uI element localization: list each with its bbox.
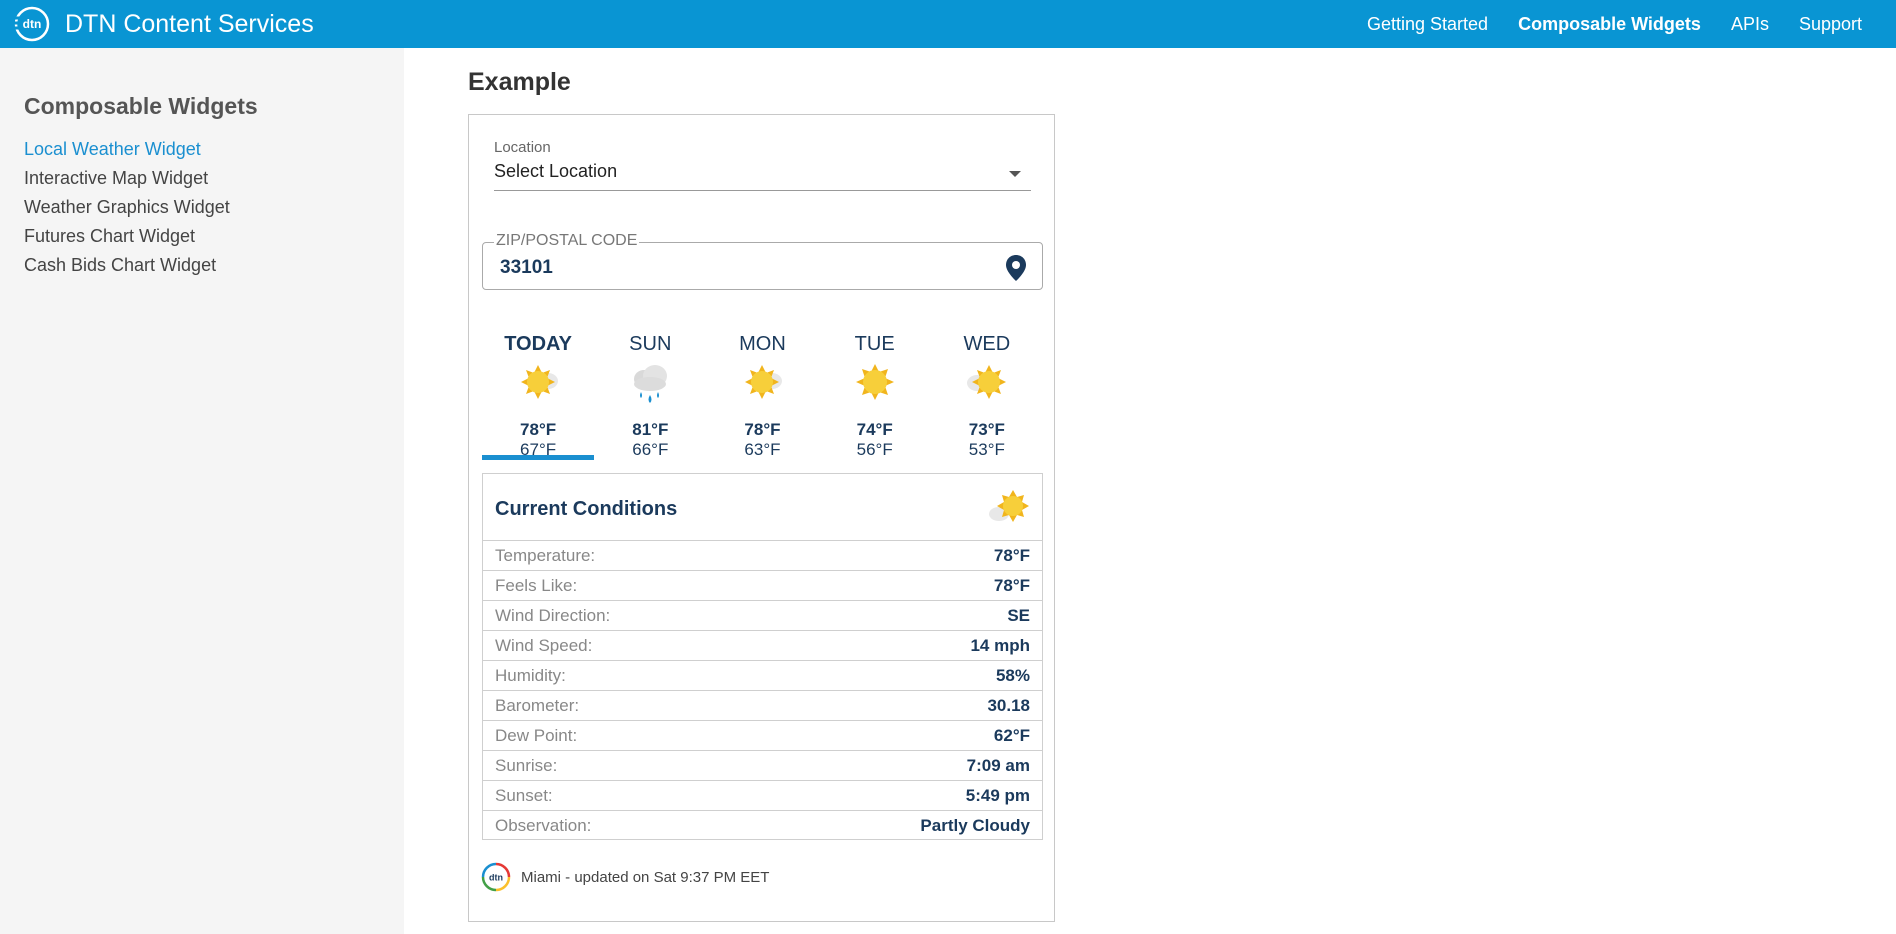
rain-cloud-icon <box>634 365 668 403</box>
nav-composable-widgets[interactable]: Composable Widgets <box>1518 14 1701 35</box>
zip-field-label: ZIP/POSTAL CODE <box>494 232 640 250</box>
forecast-low: 66°F <box>632 440 669 459</box>
brand-title[interactable]: DTN Content Services <box>65 10 314 39</box>
page-title: Example <box>468 68 571 96</box>
svg-text:dtn: dtn <box>23 17 42 31</box>
sidebar-title: Composable Widgets <box>24 93 258 119</box>
forecast-high: 73°F <box>968 420 1005 439</box>
dtn-footer-logo-icon[interactable]: dtn <box>481 862 511 892</box>
condition-value: 78°F <box>993 545 1030 565</box>
current-conditions-title: Current Conditions <box>495 498 678 520</box>
location-select-value: Select Location <box>494 161 618 181</box>
condition-label: Temperature: <box>495 545 596 565</box>
sidebar-item-weather-graphics-widget[interactable]: Weather Graphics Widget <box>24 193 230 222</box>
condition-row-barometer: Barometer: 30.18 <box>483 691 1042 721</box>
forecast-day-name: TODAY <box>504 333 572 355</box>
forecast-day-today[interactable]: TODAY 78°F 67°F <box>482 325 594 460</box>
condition-label: Wind Direction: <box>495 605 611 625</box>
forecast-high: 78°F <box>520 420 557 439</box>
location-pin-icon[interactable] <box>1005 254 1027 282</box>
condition-row-observation: Observation: Partly Cloudy <box>483 811 1042 841</box>
sun-icon <box>855 364 894 400</box>
condition-label: Sunrise: <box>495 755 558 775</box>
sidebar-item-futures-chart-widget[interactable]: Futures Chart Widget <box>24 222 230 251</box>
forecast-low: 63°F <box>744 440 781 459</box>
forecast-tabs: TODAY 78°F 67°F SUN 81°F 66°F MON 78°F 6… <box>482 325 1043 460</box>
condition-row-feels-like: Feels Like: 78°F <box>483 571 1042 601</box>
local-weather-widget: Location Select Location ZIP/POSTAL CODE… <box>468 114 1055 922</box>
condition-label: Sunset: <box>495 785 553 805</box>
partly-cloudy-sun-icon <box>989 490 1029 522</box>
sidebar-item-interactive-map-widget[interactable]: Interactive Map Widget <box>24 164 230 193</box>
forecast-day-mon[interactable]: MON 78°F 63°F <box>706 325 818 460</box>
chevron-down-icon <box>1009 171 1021 177</box>
forecast-high: 81°F <box>632 420 669 439</box>
condition-value: Partly Cloudy <box>920 816 1030 835</box>
forecast-day-name: TUE <box>854 333 895 355</box>
forecast-day-tue[interactable]: TUE 74°F 56°F <box>819 325 931 460</box>
location-label: Location <box>494 139 551 156</box>
current-conditions-panel: Current Conditions Temperature: 78°F Feel… <box>482 473 1043 840</box>
forecast-high: 74°F <box>856 420 893 439</box>
condition-row-sunrise: Sunrise: 7:09 am <box>483 751 1042 781</box>
forecast-low: 53°F <box>968 440 1005 459</box>
condition-row-wind-direction: Wind Direction: SE <box>483 601 1042 631</box>
condition-label: Dew Point: <box>495 725 578 745</box>
partly-cloudy-sun-icon <box>745 365 783 399</box>
partly-cloudy-sun-icon <box>966 365 1006 399</box>
forecast-day-wed[interactable]: WED 73°F 53°F <box>931 325 1043 460</box>
zip-field[interactable]: ZIP/POSTAL CODE 33101 <box>482 232 1043 290</box>
condition-row-sunset: Sunset: 5:49 pm <box>483 781 1042 811</box>
condition-label: Feels Like: <box>495 575 578 595</box>
forecast-day-name: SUN <box>629 333 672 355</box>
condition-value: 62°F <box>993 725 1030 745</box>
condition-label: Wind Speed: <box>495 635 593 655</box>
sidebar: Composable Widgets Local Weather Widget … <box>0 48 404 934</box>
forecast-high: 78°F <box>744 420 781 439</box>
nav-getting-started[interactable]: Getting Started <box>1367 14 1488 35</box>
last-updated-text: Miami - updated on Sat 9:37 PM EET <box>521 868 770 886</box>
dtn-logo-icon[interactable]: dtn <box>12 4 52 44</box>
sidebar-item-local-weather-widget[interactable]: Local Weather Widget <box>24 135 230 164</box>
condition-row-humidity: Humidity: 58% <box>483 661 1042 691</box>
sidebar-list: Local Weather Widget Interactive Map Wid… <box>24 135 230 280</box>
sidebar-item-cash-bids-chart-widget[interactable]: Cash Bids Chart Widget <box>24 251 230 280</box>
condition-label: Humidity: <box>495 665 566 685</box>
forecast-low: 56°F <box>856 440 893 459</box>
forecast-day-name: MON <box>739 333 786 355</box>
condition-row-temperature: Temperature: 78°F <box>483 541 1042 571</box>
widget-footer: dtn Miami - updated on Sat 9:37 PM EET <box>481 861 769 893</box>
condition-value: 7:09 am <box>966 755 1030 775</box>
location-select[interactable]: Select Location <box>494 161 1031 191</box>
condition-value: 5:49 pm <box>965 785 1030 805</box>
condition-label: Barometer: <box>495 695 580 715</box>
condition-value: 30.18 <box>987 695 1030 715</box>
active-tab-indicator <box>482 455 594 460</box>
condition-value: 78°F <box>993 575 1030 595</box>
condition-row-dew-point: Dew Point: 62°F <box>483 721 1042 751</box>
forecast-day-sun[interactable]: SUN 81°F 66°F <box>594 325 706 460</box>
partly-cloudy-sun-icon <box>521 365 559 399</box>
nav-apis[interactable]: APIs <box>1731 14 1769 35</box>
condition-value: SE <box>1007 605 1030 625</box>
top-bar: dtn DTN Content Services Getting Started… <box>0 0 1896 48</box>
nav-support[interactable]: Support <box>1799 14 1862 35</box>
current-conditions-header: Current Conditions <box>483 474 1042 541</box>
condition-row-wind-speed: Wind Speed: 14 mph <box>483 631 1042 661</box>
top-nav: Getting Started Composable Widgets APIs … <box>1367 14 1862 35</box>
zip-input[interactable]: 33101 <box>500 257 553 279</box>
condition-value: 14 mph <box>970 635 1030 655</box>
condition-label: Observation: <box>495 816 592 835</box>
forecast-day-name: WED <box>963 333 1011 355</box>
svg-text:dtn: dtn <box>489 873 503 883</box>
condition-value: 58% <box>995 665 1030 685</box>
